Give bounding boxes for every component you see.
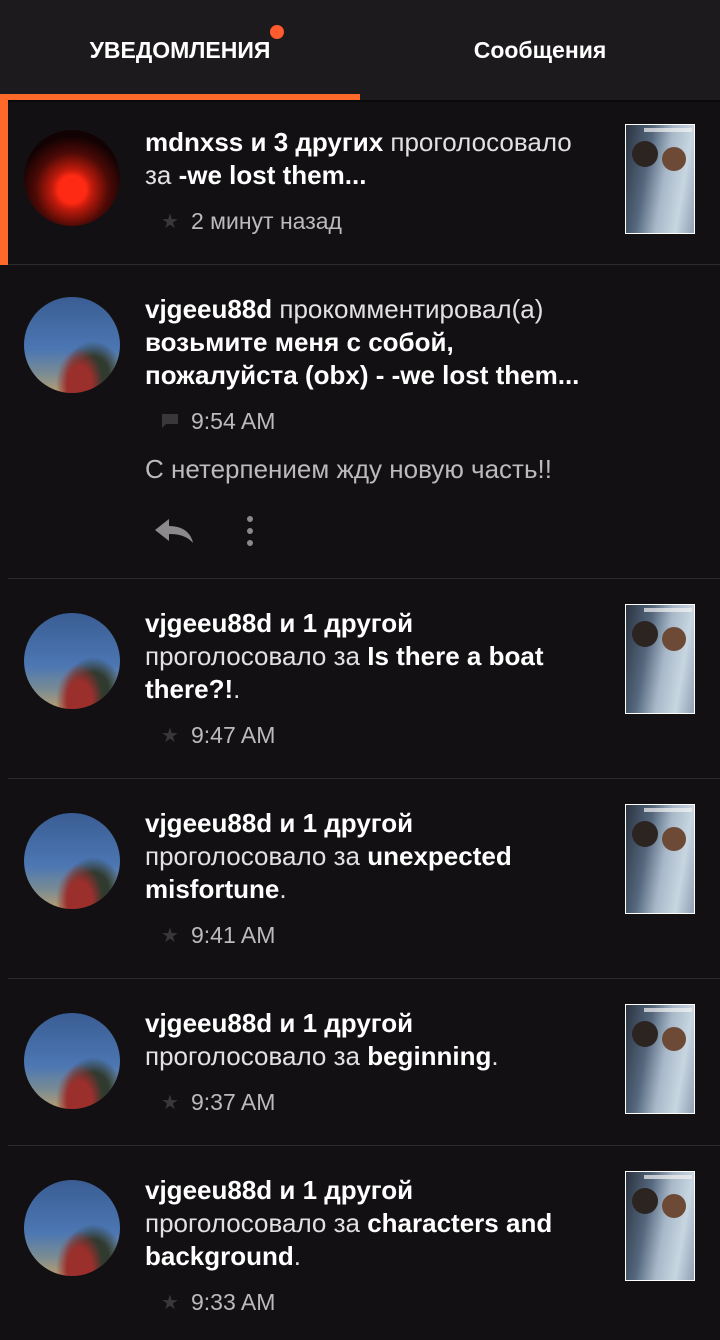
timestamp: 9:33 AM xyxy=(191,1288,276,1315)
story-title[interactable]: -we lost them... xyxy=(179,160,367,190)
action-text: прокомментировал(а) xyxy=(272,294,544,324)
timestamp: 9:54 AM xyxy=(191,407,276,434)
avatar[interactable] xyxy=(24,1013,120,1109)
actor-name[interactable]: mdnxss и 3 других xyxy=(145,127,383,157)
notification-meta: 9:54 AM xyxy=(145,406,585,436)
unread-dot xyxy=(270,24,285,39)
avatar[interactable] xyxy=(24,297,120,393)
action-text: проголосовало за xyxy=(145,1041,368,1071)
star-icon: ★ xyxy=(161,1291,179,1314)
notification-text: mdnxss и 3 других проголосовало за -we l… xyxy=(145,126,585,192)
avatar[interactable] xyxy=(24,613,120,709)
tab-notifications-label: УВЕДОМЛЕНИЯ xyxy=(89,36,271,63)
star-icon: ★ xyxy=(161,724,179,747)
actor-name[interactable]: vjgeeu88d и 1 другой xyxy=(145,608,413,638)
star-icon: ★ xyxy=(161,1091,179,1114)
timestamp: 9:41 AM xyxy=(191,921,276,948)
tab-notifications[interactable]: УВЕДОМЛЕНИЯ xyxy=(0,0,360,100)
cover-title-strip xyxy=(644,128,692,132)
cover-title-strip xyxy=(644,608,692,612)
story-cover-thumbnail[interactable] xyxy=(625,124,695,234)
avatar[interactable] xyxy=(24,813,120,909)
notification-text: vjgeeu88d и 1 другой проголосовало за un… xyxy=(145,807,585,906)
avatar[interactable] xyxy=(24,130,120,226)
actor-name[interactable]: vjgeeu88d и 1 другой xyxy=(145,1175,413,1205)
text-tail: . xyxy=(491,1041,499,1071)
notification-item[interactable]: vjgeeu88d и 1 другой проголосовало за Is… xyxy=(0,579,720,779)
notification-item[interactable]: vjgeeu88d прокомментировал(а) возьмите м… xyxy=(0,265,720,579)
more-options-icon[interactable] xyxy=(245,516,255,546)
notification-item[interactable]: vjgeeu88d и 1 другой проголосовало за be… xyxy=(0,979,720,1146)
reply-icon[interactable] xyxy=(149,515,197,547)
actor-name[interactable]: vjgeeu88d и 1 другой xyxy=(145,1008,413,1038)
story-cover-thumbnail[interactable] xyxy=(625,1004,695,1114)
star-icon: ★ xyxy=(161,924,179,947)
notification-item[interactable]: vjgeeu88d и 1 другой проголосовало за un… xyxy=(0,779,720,979)
avatar[interactable] xyxy=(24,1180,120,1276)
comment-icon xyxy=(157,408,183,434)
notification-meta: ★ 9:41 AM xyxy=(145,920,585,950)
story-title[interactable]: beginning xyxy=(367,1041,491,1071)
star-icon: ★ xyxy=(161,210,179,233)
text-tail: . xyxy=(293,1241,302,1271)
notification-item[interactable]: mdnxss и 3 других проголосовало за -we l… xyxy=(0,100,720,265)
timestamp: 9:47 AM xyxy=(191,721,276,748)
story-cover-thumbnail[interactable] xyxy=(625,604,695,714)
notification-meta: ★ 9:37 AM xyxy=(145,1087,585,1117)
action-text: проголосовало за xyxy=(145,1208,368,1238)
notification-feed: mdnxss и 3 других проголосовало за -we l… xyxy=(0,100,720,1340)
story-cover-thumbnail[interactable] xyxy=(625,804,695,914)
notification-meta: ★ 9:33 AM xyxy=(145,1287,585,1317)
timestamp: 2 минут назад xyxy=(191,207,342,234)
text-tail: . xyxy=(279,874,287,904)
notification-text: vjgeeu88d и 1 другой проголосовало за be… xyxy=(145,1007,585,1073)
timestamp: 9:37 AM xyxy=(191,1088,276,1115)
story-title[interactable]: возьмите меня с собой, пожалуйста (obx) … xyxy=(145,327,579,390)
cover-title-strip xyxy=(644,808,692,812)
tab-messages-label: Сообщения xyxy=(473,36,607,63)
comment-actions xyxy=(145,511,585,551)
story-cover-thumbnail[interactable] xyxy=(625,1171,695,1281)
tab-bar: УВЕДОМЛЕНИЯ Сообщения xyxy=(0,0,720,102)
text-tail: . xyxy=(233,674,241,704)
actor-name[interactable]: vjgeeu88d xyxy=(145,294,272,324)
notification-meta: ★ 9:47 AM xyxy=(145,720,585,750)
cover-title-strip xyxy=(644,1008,692,1012)
notification-meta: ★ 2 минут назад xyxy=(145,206,585,236)
actor-name[interactable]: vjgeeu88d и 1 другой xyxy=(145,808,413,838)
tab-messages[interactable]: Сообщения xyxy=(360,0,720,100)
action-text: проголосовало за xyxy=(145,841,368,871)
cover-title-strip xyxy=(644,1175,692,1179)
notification-text: vjgeeu88d и 1 другой проголосовало за ch… xyxy=(145,1174,585,1273)
notification-text: vjgeeu88d прокомментировал(а) возьмите м… xyxy=(145,293,585,392)
notification-item[interactable]: vjgeeu88d и 1 другой проголосовало за ch… xyxy=(0,1146,720,1340)
action-text: проголосовало за xyxy=(145,641,368,671)
notification-text: vjgeeu88d и 1 другой проголосовало за Is… xyxy=(145,607,585,706)
comment-text: С нетерпением жду новую часть!! xyxy=(145,454,552,484)
